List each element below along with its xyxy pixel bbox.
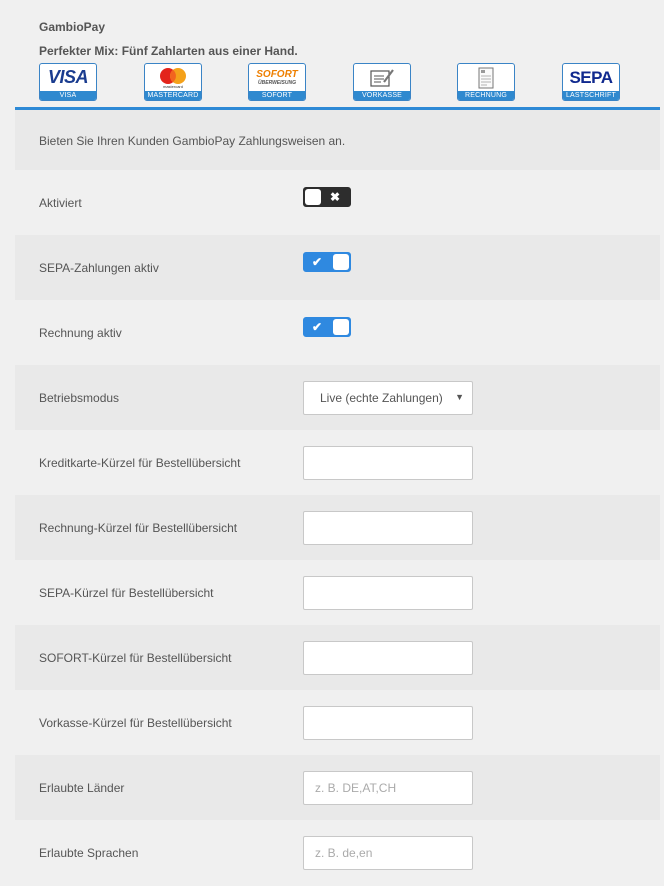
- rechnung-aktiv-label: Rechnung aktiv: [39, 326, 122, 340]
- checkmark-icon: ✔: [312, 255, 323, 269]
- visa-logo-text: VISA: [47, 67, 89, 87]
- dropdown-arrow-icon: ▼: [455, 392, 464, 402]
- row-sepa-kuerzel: SEPA-Kürzel für Bestellübersicht: [15, 560, 660, 625]
- erlaubte-laender-input[interactable]: [303, 771, 473, 805]
- row-kreditkarte-kuerzel: Kreditkarte-Kürzel für Bestellübersicht: [15, 430, 660, 495]
- sepa-kuerzel-label: SEPA-Kürzel für Bestellübersicht: [39, 586, 214, 600]
- visa-logo: VISA VISA: [39, 63, 97, 101]
- rechnung-caption: RECHNUNG: [458, 91, 514, 100]
- betriebsmodus-label: Betriebsmodus: [39, 391, 120, 405]
- visa-caption: VISA: [40, 91, 96, 100]
- sepa-aktiv-label: SEPA-Zahlungen aktiv: [39, 261, 159, 275]
- erlaubte-sprachen-input[interactable]: [303, 836, 473, 870]
- rechnung-logo: RECHNUNG: [457, 63, 515, 101]
- close-icon: ✖: [329, 190, 340, 204]
- row-rechnung-kuerzel: Rechnung-Kürzel für Bestellübersicht: [15, 495, 660, 560]
- mastercard-circles-icon: [160, 67, 186, 84]
- row-betriebsmodus: Betriebsmodus Live (echte Zahlungen) ▼: [15, 365, 660, 430]
- sepa-logo-text: SEPA: [569, 67, 613, 87]
- betriebsmodus-select[interactable]: Live (echte Zahlungen) ▼: [303, 381, 473, 415]
- sofort-logo: SOFORT ÜBERWEISUNG SOFORT: [248, 63, 306, 101]
- page-title: GambioPay: [39, 20, 106, 34]
- page-subtitle: Perfekter Mix: Fünf Zahlarten aus einer …: [39, 44, 298, 58]
- mastercard-logo-text: mastercard: [162, 83, 183, 89]
- intro-text: Bieten Sie Ihren Kunden GambioPay Zahlun…: [39, 134, 346, 148]
- erlaubte-sprachen-label: Erlaubte Sprachen: [39, 846, 139, 860]
- sofort-caption: SOFORT: [249, 91, 305, 100]
- vorkasse-kuerzel-input[interactable]: [303, 706, 473, 740]
- checkmark-icon: ✔: [312, 320, 323, 334]
- toggle-knob: [333, 319, 349, 335]
- document-pen-icon: [370, 68, 394, 87]
- vorkasse-logo: VORKASSE: [353, 63, 411, 101]
- vorkasse-caption: VORKASSE: [354, 91, 410, 100]
- intro-row: Bieten Sie Ihren Kunden GambioPay Zahlun…: [15, 110, 660, 170]
- toggle-knob: [305, 189, 321, 205]
- rechnung-kuerzel-label: Rechnung-Kürzel für Bestellübersicht: [39, 521, 238, 535]
- row-aktiviert: Aktiviert ✖: [15, 170, 660, 235]
- aktiviert-toggle[interactable]: ✖: [303, 187, 351, 207]
- row-sofort-kuerzel: SOFORT-Kürzel für Bestellübersicht: [15, 625, 660, 690]
- sepa-logo: SEPA LASTSCHRIFT: [562, 63, 620, 101]
- row-sepa-aktiv: SEPA-Zahlungen aktiv ✔: [15, 235, 660, 300]
- header: GambioPay Perfekter Mix: Fünf Zahlarten …: [0, 0, 664, 110]
- mastercard-caption: MASTERCARD: [145, 91, 201, 100]
- rechnung-aktiv-toggle[interactable]: ✔: [303, 317, 351, 337]
- toggle-knob: [333, 254, 349, 270]
- row-vorkasse-kuerzel: Vorkasse-Kürzel für Bestellübersicht: [15, 690, 660, 755]
- sofort-logo-text: SOFORT: [256, 68, 298, 80]
- row-rechnung-aktiv: Rechnung aktiv ✔: [15, 300, 660, 365]
- sofort-kuerzel-input[interactable]: [303, 641, 473, 675]
- erlaubte-laender-label: Erlaubte Länder: [39, 781, 125, 795]
- sofort-logo-subtext: ÜBERWEISUNG: [258, 79, 296, 86]
- sofort-kuerzel-label: SOFORT-Kürzel für Bestellübersicht: [39, 651, 232, 665]
- rechnung-kuerzel-input[interactable]: [303, 511, 473, 545]
- aktiviert-label: Aktiviert: [39, 196, 82, 210]
- mastercard-logo: mastercard MASTERCARD: [144, 63, 202, 101]
- kreditkarte-kuerzel-label: Kreditkarte-Kürzel für Bestellübersicht: [39, 456, 241, 470]
- kreditkarte-kuerzel-input[interactable]: [303, 446, 473, 480]
- invoice-document-icon: [478, 67, 494, 88]
- betriebsmodus-selected-value: Live (echte Zahlungen): [320, 391, 443, 405]
- sepa-kuerzel-input[interactable]: [303, 576, 473, 610]
- row-erlaubte-sprachen: Erlaubte Sprachen: [15, 820, 660, 885]
- sepa-aktiv-toggle[interactable]: ✔: [303, 252, 351, 272]
- row-erlaubte-laender: Erlaubte Länder: [15, 755, 660, 820]
- sepa-caption: LASTSCHRIFT: [563, 91, 619, 100]
- vorkasse-kuerzel-label: Vorkasse-Kürzel für Bestellübersicht: [39, 716, 232, 730]
